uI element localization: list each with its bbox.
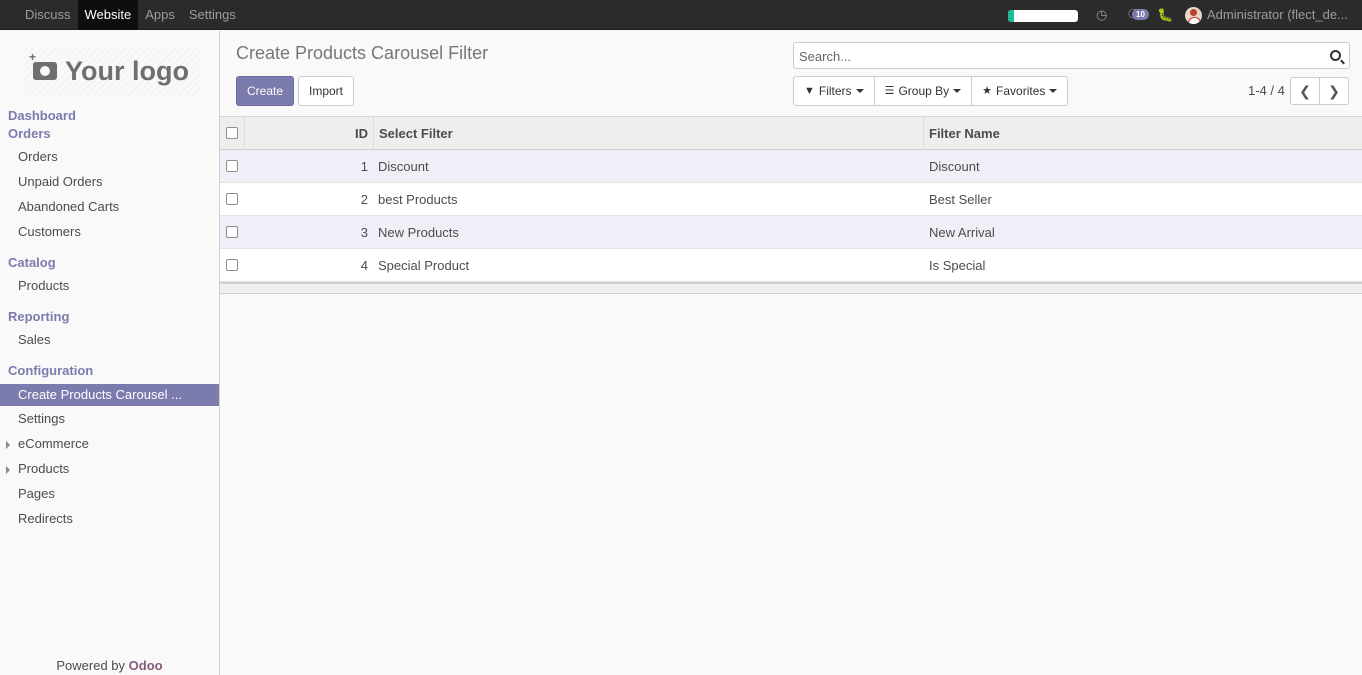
caret-down-icon	[953, 89, 962, 93]
sidebar-item-create-products-carousel[interactable]: Create Products Carousel ...	[0, 384, 219, 406]
import-button[interactable]: Import	[298, 76, 354, 106]
table-header: ID Select Filter Filter Name	[220, 116, 1362, 150]
progress-fill	[1008, 10, 1014, 22]
logo-text: Your logo	[65, 55, 189, 86]
user-menu[interactable]: Administrator (flect_de...	[1207, 0, 1348, 29]
odoo-link[interactable]: Odoo	[129, 658, 163, 673]
cell-select-filter: Special Product	[378, 257, 470, 273]
sidebar-item-label: eCommerce	[18, 436, 89, 451]
onboarding-progress-bar[interactable]	[1008, 10, 1078, 22]
column-header-filter-name[interactable]: Filter Name	[929, 117, 1000, 149]
cell-id: 4	[360, 257, 368, 273]
sidebar-item-products-config[interactable]: Products	[0, 458, 219, 480]
top-navbar: Discuss Website Apps Settings ◷ 🗨 10 🐛 A…	[0, 0, 1362, 30]
row-checkbox[interactable]	[226, 259, 238, 271]
filters-button[interactable]: ▼ Filters	[793, 76, 875, 106]
section-orders[interactable]: Orders	[8, 126, 51, 141]
column-header-select-filter[interactable]: Select Filter	[379, 117, 453, 149]
app-menu: Discuss Website Apps Settings	[18, 0, 243, 30]
group-by-label: Group By	[898, 84, 950, 98]
cell-id: 1	[360, 158, 368, 174]
cell-select-filter: best Products	[378, 191, 458, 207]
menu-website[interactable]: Website	[77, 0, 139, 30]
search-input[interactable]	[799, 46, 1319, 66]
cell-filter-name: New Arrival	[929, 224, 995, 240]
sidebar-item-products[interactable]: Products	[0, 275, 219, 297]
favorites-label: Favorites	[996, 84, 1046, 98]
sidebar-item-abandoned-carts[interactable]: Abandoned Carts	[0, 196, 219, 218]
create-button[interactable]: Create	[236, 76, 294, 106]
search-box	[793, 42, 1350, 69]
menu-apps[interactable]: Apps	[138, 0, 182, 30]
sidebar-item-sales[interactable]: Sales	[0, 329, 219, 351]
column-divider	[923, 117, 924, 149]
section-dashboard[interactable]: Dashboard	[8, 108, 76, 123]
sidebar-item-ecommerce[interactable]: eCommerce	[0, 433, 219, 455]
sidebar-item-unpaid-orders[interactable]: Unpaid Orders	[0, 171, 219, 193]
page-title: Create Products Carousel Filter	[236, 43, 489, 63]
cell-filter-name: Best Seller	[929, 191, 992, 207]
table-footer	[220, 282, 1362, 294]
messages-count-badge: 10	[1132, 9, 1149, 20]
section-reporting[interactable]: Reporting	[8, 309, 69, 324]
caret-down-icon	[1049, 89, 1058, 93]
table-row[interactable]: 4 Special Product Is Special	[220, 249, 1362, 282]
table-row[interactable]: 3 New Products New Arrival	[220, 216, 1362, 249]
sidebar-item-pages[interactable]: Pages	[0, 483, 219, 505]
menu-settings[interactable]: Settings	[182, 0, 243, 30]
favorites-button[interactable]: ★ Favorites	[971, 76, 1069, 106]
row-checkbox[interactable]	[226, 193, 238, 205]
chevron-right-icon: ❯	[1328, 83, 1340, 99]
clock-icon[interactable]: ◷	[1096, 6, 1107, 23]
group-by-button[interactable]: ☰ Group By	[873, 76, 973, 106]
cell-select-filter: New Products	[378, 224, 459, 240]
company-logo[interactable]: Your logo	[22, 47, 200, 95]
chevron-left-icon: ❮	[1299, 83, 1311, 99]
sidebar-item-redirects[interactable]: Redirects	[0, 508, 219, 530]
search-icon[interactable]	[1330, 50, 1341, 61]
camera-icon	[29, 50, 57, 80]
user-avatar[interactable]	[1185, 7, 1202, 24]
search-options: ▼ Filters ☰ Group By ★ Favorites	[793, 76, 1069, 106]
powered-by-text: Powered by	[56, 658, 126, 673]
pager-next-button[interactable]: ❯	[1319, 77, 1349, 105]
caret-down-icon	[855, 89, 864, 93]
sidebar-item-customers[interactable]: Customers	[0, 221, 219, 243]
column-divider	[373, 117, 374, 149]
powered-by: Powered by Odoo	[0, 658, 219, 673]
cell-filter-name: Discount	[929, 158, 980, 174]
star-icon: ★	[982, 85, 993, 97]
bug-icon[interactable]: 🐛	[1157, 6, 1173, 23]
row-checkbox[interactable]	[226, 160, 238, 172]
sidebar-item-label: Products	[18, 461, 70, 476]
list-icon: ☰	[884, 85, 895, 97]
expand-caret-icon	[6, 466, 10, 474]
sidebar-item-orders[interactable]: Orders	[0, 146, 219, 168]
pager-previous-button[interactable]: ❮	[1290, 77, 1320, 105]
row-checkbox[interactable]	[226, 226, 238, 238]
menu-discuss[interactable]: Discuss	[18, 0, 78, 30]
list-view: ID Select Filter Filter Name 1 Discount …	[220, 116, 1362, 294]
select-all-checkbox[interactable]	[226, 127, 238, 139]
table-row[interactable]: 1 Discount Discount	[220, 150, 1362, 183]
column-header-id[interactable]: ID	[244, 117, 368, 149]
cell-id: 2	[360, 191, 368, 207]
section-configuration[interactable]: Configuration	[8, 363, 93, 378]
sidebar: Your logo Dashboard Orders Orders Unpaid…	[0, 31, 220, 675]
expand-caret-icon	[6, 441, 10, 449]
sidebar-item-settings[interactable]: Settings	[0, 408, 219, 430]
table-row[interactable]: 2 best Products Best Seller	[220, 183, 1362, 216]
filter-icon: ▼	[804, 85, 815, 97]
cell-select-filter: Discount	[378, 158, 429, 174]
cell-filter-name: Is Special	[929, 257, 986, 273]
filters-label: Filters	[818, 84, 852, 98]
cell-id: 3	[360, 224, 368, 240]
section-catalog[interactable]: Catalog	[8, 255, 56, 270]
pager-value[interactable]: 1-4 / 4	[1248, 83, 1285, 98]
